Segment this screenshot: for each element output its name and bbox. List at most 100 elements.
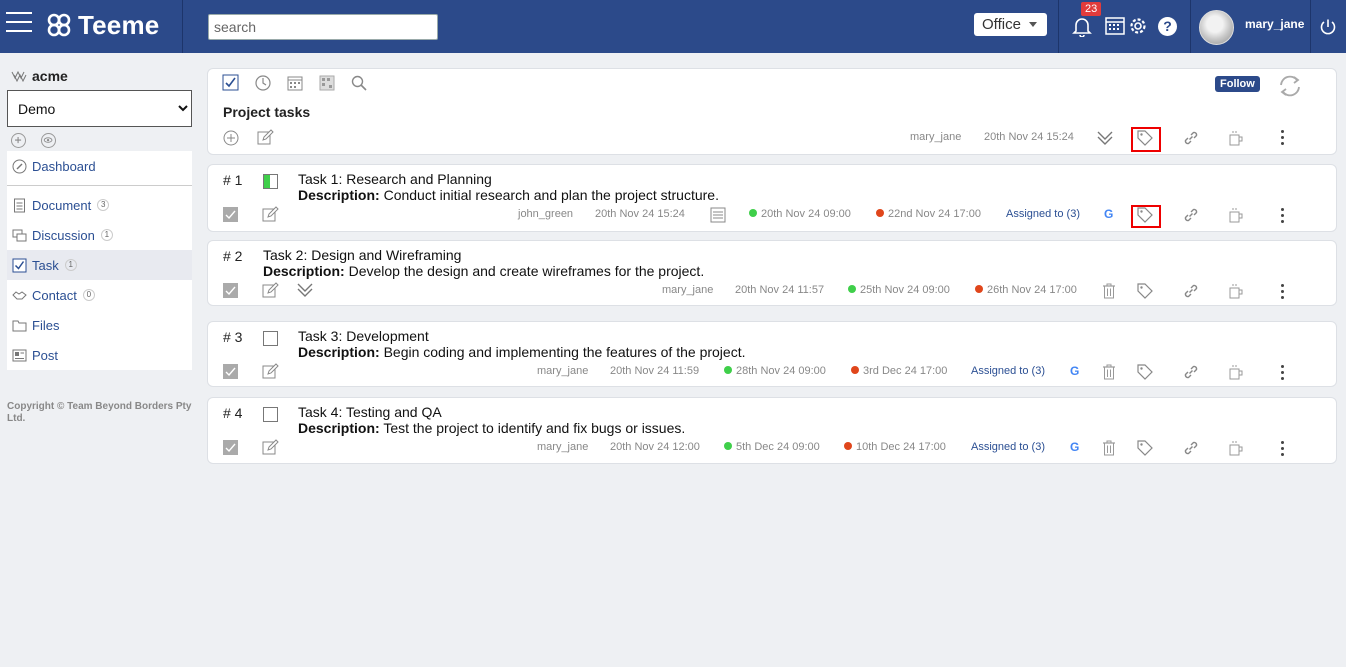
end-dot-icon [876, 209, 884, 217]
bell-icon[interactable] [1071, 15, 1093, 37]
coffee-icon[interactable] [1227, 282, 1245, 300]
sidebar-item-task[interactable]: Task 1 [7, 250, 192, 280]
calendar-icon[interactable] [1104, 15, 1126, 37]
link-icon[interactable] [1182, 439, 1200, 457]
coffee-icon[interactable] [1227, 363, 1245, 381]
google-icon[interactable]: G [1070, 440, 1079, 454]
more-options-icon[interactable] [1281, 208, 1285, 226]
start-date-text: 25th Nov 24 09:00 [860, 284, 950, 296]
more-options-icon[interactable] [1281, 441, 1285, 459]
sidebar-item-contact[interactable]: Contact 0 [7, 280, 192, 310]
task-checkbox[interactable] [263, 407, 278, 422]
start-dot-icon [749, 209, 757, 217]
link-icon[interactable] [1182, 206, 1200, 224]
avatar[interactable] [1199, 10, 1234, 45]
progress-indicator-icon[interactable] [263, 174, 278, 189]
task-owner: mary_jane [662, 284, 714, 296]
coffee-icon[interactable] [1227, 439, 1245, 457]
expand-all-icon[interactable] [1096, 129, 1114, 147]
task-description: Description: Begin coding and implementi… [298, 344, 745, 360]
link-icon[interactable] [1182, 129, 1200, 147]
clock-icon[interactable] [254, 74, 272, 92]
follow-button[interactable]: Follow [1215, 76, 1260, 92]
complete-checkbox-icon[interactable] [222, 206, 240, 224]
discussion-icon [12, 229, 27, 241]
grid-view-icon[interactable] [318, 74, 336, 92]
notes-icon[interactable] [709, 206, 727, 224]
task-title[interactable]: Task 2: Design and Wireframing [263, 247, 461, 263]
refresh-icon[interactable] [1277, 74, 1303, 98]
tag-icon[interactable] [1136, 363, 1154, 381]
link-icon[interactable] [1182, 282, 1200, 300]
owner-name: mary_jane [910, 131, 962, 143]
calendar-icon[interactable] [286, 74, 304, 92]
expand-icon[interactable] [296, 281, 314, 299]
task-card-3: # 3 Task 3: Development Description: Beg… [207, 321, 1337, 387]
app-name: Teeme [78, 9, 160, 40]
edit-icon[interactable] [256, 129, 274, 147]
task-title[interactable]: Task 4: Testing and QA [298, 404, 442, 420]
edit-icon[interactable] [261, 206, 279, 224]
sidebar-item-discussion[interactable]: Discussion 1 [7, 220, 192, 250]
task-icon [12, 258, 27, 272]
sidebar-item-files[interactable]: Files [7, 310, 192, 340]
add-icon[interactable] [222, 129, 240, 147]
link-icon[interactable] [1182, 363, 1200, 381]
google-icon[interactable]: G [1104, 207, 1113, 221]
task-description: Description: Conduct initial research an… [298, 187, 719, 203]
username[interactable]: mary_jane [1245, 17, 1304, 31]
created-date: 20th Nov 24 15:24 [984, 131, 1074, 143]
highlight-box [1131, 205, 1161, 228]
notification-badge: 23 [1081, 2, 1102, 16]
add-icon[interactable] [11, 133, 26, 148]
task-title[interactable]: Task 3: Development [298, 328, 429, 344]
checkbox-view-icon[interactable] [222, 74, 240, 92]
sidebar-item-document[interactable]: Document 3 [7, 190, 192, 220]
tag-icon[interactable] [1136, 282, 1154, 300]
more-options-icon[interactable] [1281, 130, 1285, 148]
coffee-icon[interactable] [1227, 129, 1245, 147]
edit-icon[interactable] [261, 439, 279, 457]
task-checkbox[interactable] [263, 331, 278, 346]
complete-checkbox-icon[interactable] [222, 363, 240, 381]
edit-icon[interactable] [261, 363, 279, 381]
sidebar-item-dashboard[interactable]: Dashboard [7, 151, 192, 181]
app-logo[interactable]: Teeme [46, 9, 159, 41]
count-badge: 3 [97, 199, 110, 211]
task-card-2: # 2 Task 2: Design and Wireframing Descr… [207, 240, 1337, 306]
trash-icon[interactable] [1100, 363, 1118, 381]
assigned-link[interactable]: Assigned to (3) [971, 441, 1045, 453]
task-description: Description: Test the project to identif… [298, 420, 685, 436]
sidebar-item-label: Discussion [32, 227, 95, 243]
google-icon[interactable]: G [1070, 364, 1079, 378]
office-dropdown[interactable]: Office [974, 13, 1047, 36]
power-icon[interactable] [1319, 18, 1337, 36]
help-icon[interactable]: ? [1158, 17, 1177, 36]
trash-icon[interactable] [1100, 282, 1118, 300]
count-badge: 1 [64, 259, 77, 271]
search-icon[interactable] [350, 74, 368, 92]
more-options-icon[interactable] [1281, 284, 1285, 302]
sidebar-item-post[interactable]: Post [7, 340, 192, 370]
page-title: Project tasks [223, 104, 311, 120]
assigned-link[interactable]: Assigned to (3) [971, 365, 1045, 377]
edit-icon[interactable] [261, 282, 279, 300]
workspace-select[interactable]: Demo [7, 90, 192, 127]
task-owner: mary_jane [537, 365, 589, 377]
task-start-date: 20th Nov 24 09:00 [749, 208, 851, 220]
task-title[interactable]: Task 1: Research and Planning [298, 171, 492, 187]
complete-checkbox-icon[interactable] [222, 439, 240, 457]
eye-icon[interactable] [41, 133, 56, 148]
assigned-link[interactable]: Assigned to (3) [1006, 208, 1080, 220]
trash-icon[interactable] [1100, 439, 1118, 457]
complete-checkbox-icon[interactable] [222, 282, 240, 300]
more-options-icon[interactable] [1281, 365, 1285, 383]
gear-icon[interactable] [1127, 15, 1149, 37]
sidebar-item-label: Document [32, 197, 92, 213]
search-input[interactable] [208, 14, 438, 40]
tag-icon[interactable] [1136, 439, 1154, 457]
sidebar-nav: Dashboard Document 3 Discussion 1 Task 1… [7, 151, 192, 370]
menu-icon[interactable] [6, 12, 32, 34]
description-text: Develop the design and create wireframes… [348, 263, 705, 279]
coffee-icon[interactable] [1227, 206, 1245, 224]
